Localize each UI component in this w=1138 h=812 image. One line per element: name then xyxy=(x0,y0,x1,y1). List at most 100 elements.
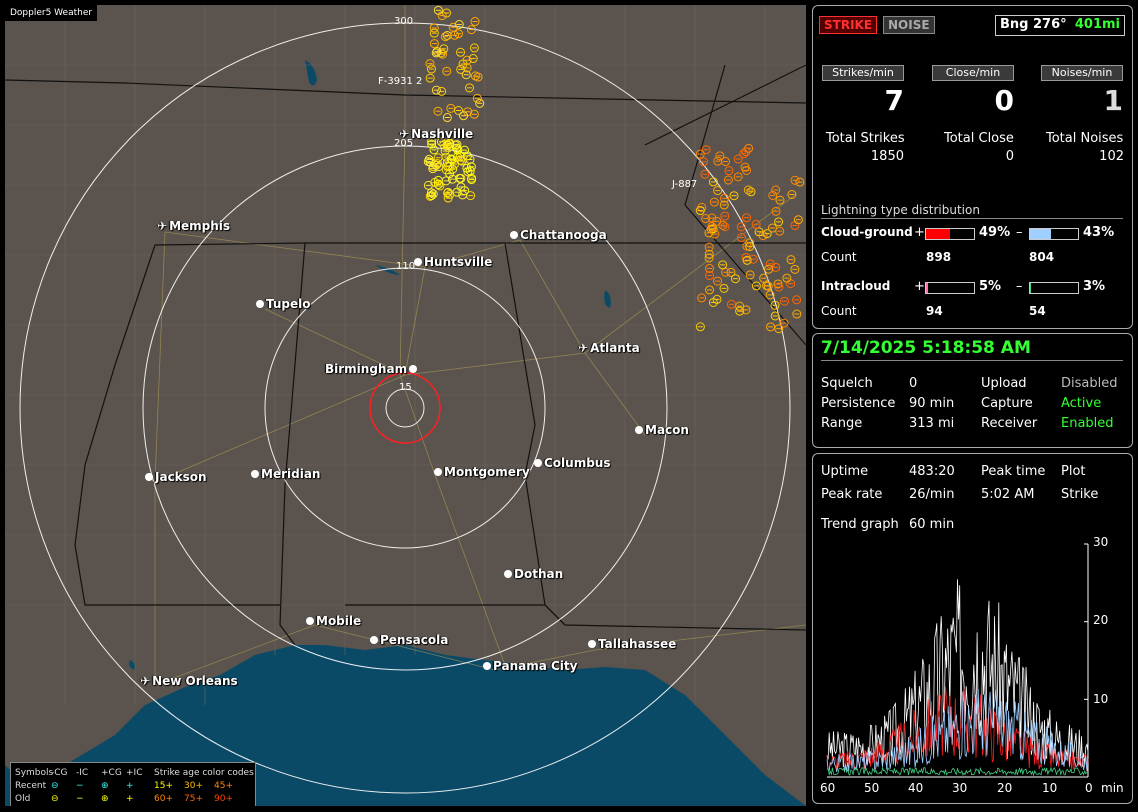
upload-label: Upload xyxy=(981,376,1027,391)
range-value: 313 mi xyxy=(909,416,955,431)
pos-cg-icon: ⊕ xyxy=(101,780,109,791)
x-tick-60: 60 xyxy=(820,781,836,795)
ring-label-110: 110 xyxy=(396,261,416,272)
cg-neg-pct: 43% xyxy=(1083,225,1115,240)
city-dot-icon xyxy=(534,459,542,467)
city-tallahassee[interactable]: Tallahassee xyxy=(588,637,676,651)
ic-pos-count: 94 xyxy=(926,304,943,318)
city-meridian[interactable]: Meridian xyxy=(251,467,320,481)
x-tick-50: 50 xyxy=(864,781,880,795)
plot-label: Plot xyxy=(1061,464,1086,479)
pos-ic-icon: + xyxy=(126,793,134,804)
cg-pos-pct: 49% xyxy=(979,225,1011,240)
city-panama-city[interactable]: Panama City xyxy=(483,659,577,673)
city-dot-icon xyxy=(510,231,518,239)
squelch-value: 0 xyxy=(909,376,918,391)
city-birmingham[interactable]: Birmingham xyxy=(325,362,418,376)
neg-cg-icon: ⊖ xyxy=(51,780,59,791)
legend-col: +CG xyxy=(101,767,122,778)
x-tick-10: 10 xyxy=(1042,781,1058,795)
storm-label-f[interactable]: F-3931 2 xyxy=(378,76,422,87)
airport-icon: ✈ xyxy=(140,674,151,688)
plot-value[interactable]: Strike xyxy=(1061,487,1098,502)
ring-label-15: 15 xyxy=(399,382,412,393)
city-nashville[interactable]: ✈ Nashville xyxy=(399,127,473,141)
legend-age: 75+ xyxy=(184,793,203,804)
peak-time-label: Peak time xyxy=(981,464,1046,479)
city-dot-icon xyxy=(256,300,264,308)
cg-plus-sign: + xyxy=(914,225,925,240)
city-montgomery[interactable]: Montgomery xyxy=(434,465,530,479)
city-memphis[interactable]: ✈ Memphis xyxy=(157,219,230,233)
cg-neg-bar xyxy=(1029,228,1079,240)
city-atlanta[interactable]: ✈ Atlanta xyxy=(578,341,640,355)
neg-cg-icon: ⊖ xyxy=(51,793,59,804)
legend-age: 90+ xyxy=(214,793,233,804)
city-new-orleans[interactable]: ✈ New Orleans xyxy=(140,674,238,688)
ic-count-label: Count xyxy=(821,304,857,318)
noises-per-min-value: 1 xyxy=(1103,84,1123,117)
airport-icon: ✈ xyxy=(578,341,589,355)
strikes-per-min-header[interactable]: Strikes/min xyxy=(822,65,904,81)
distribution-separator xyxy=(821,218,1123,219)
persistence-label: Persistence xyxy=(821,396,896,411)
y-tick-30: 30 xyxy=(1093,535,1109,549)
pos-ic-icon: + xyxy=(126,780,134,791)
total-strikes-value: 1850 xyxy=(870,149,904,164)
storm-label-j[interactable]: J-887 xyxy=(672,179,697,190)
legend-age: 45+ xyxy=(214,780,233,791)
legend-recent-label: Recent xyxy=(15,780,47,791)
status-panel: 7/14/2025 5:18:58 AM Squelch 0 Upload Di… xyxy=(812,333,1133,448)
neg-ic-icon: − xyxy=(76,780,84,791)
total-close-value: 0 xyxy=(1005,149,1014,164)
lightning-map[interactable]: Doppler5 Weather 300 205 110 15 F-3931 2… xyxy=(5,5,806,806)
airport-icon: ✈ xyxy=(399,127,410,141)
uptime-label: Uptime xyxy=(821,464,869,479)
city-columbus[interactable]: Columbus xyxy=(534,456,611,470)
trend-ic-line xyxy=(826,766,1089,777)
city-huntsville[interactable]: Huntsville xyxy=(414,255,492,269)
receiver-value: Enabled xyxy=(1061,416,1114,431)
cg-minus-sign: – xyxy=(1016,225,1023,240)
close-per-min-header[interactable]: Close/min xyxy=(932,65,1014,81)
peak-time-value: 5:02 AM xyxy=(981,487,1035,502)
ic-neg-pct: 3% xyxy=(1083,279,1106,294)
upload-value: Disabled xyxy=(1061,376,1118,391)
ic-label: Intracloud xyxy=(821,279,891,293)
city-dothan[interactable]: Dothan xyxy=(504,567,563,581)
legend-col: -CG xyxy=(51,767,68,778)
total-noises-value: 102 xyxy=(1099,149,1124,164)
city-mobile[interactable]: Mobile xyxy=(306,614,361,628)
x-tick-30: 30 xyxy=(952,781,968,795)
symbol-legend: Symbols -CG -IC +CG +IC Strike age color… xyxy=(10,762,256,806)
cg-neg-count: 804 xyxy=(1029,250,1055,264)
trend-chart xyxy=(826,543,1089,778)
ic-neg-bar xyxy=(1029,282,1079,294)
noise-button[interactable]: NOISE xyxy=(883,16,935,34)
bearing-box: Bng 276° 401mi xyxy=(995,15,1125,36)
status-separator xyxy=(821,360,1123,361)
legend-col: +IC xyxy=(126,767,143,778)
city-dot-icon xyxy=(434,468,442,476)
city-macon[interactable]: Macon xyxy=(635,423,689,437)
total-close-label: Total Close xyxy=(944,131,1014,146)
city-tupelo[interactable]: Tupelo xyxy=(256,297,311,311)
app-title: Doppler5 Weather xyxy=(5,5,98,21)
close-per-min-value: 0 xyxy=(994,84,1014,117)
pos-cg-icon: ⊕ xyxy=(101,793,109,804)
strike-button[interactable]: STRIKE xyxy=(819,16,878,34)
cg-label: Cloud-ground xyxy=(821,225,913,239)
cg-count-label: Count xyxy=(821,250,857,264)
bearing-value: Bng 276° xyxy=(1000,17,1067,32)
trend-panel: Uptime 483:20 Peak time Plot Peak rate 2… xyxy=(812,453,1133,804)
receiver-label: Receiver xyxy=(981,416,1038,431)
city-chattanooga[interactable]: Chattanooga xyxy=(510,228,607,242)
noises-per-min-header[interactable]: Noises/min xyxy=(1041,65,1123,81)
trend-graph-label: Trend graph xyxy=(821,517,899,532)
x-tick-0: 0 xyxy=(1085,781,1093,795)
city-jackson[interactable]: Jackson xyxy=(145,470,207,484)
city-dot-icon xyxy=(483,662,491,670)
legend-age: 30+ xyxy=(184,780,203,791)
city-dot-icon xyxy=(306,617,314,625)
city-pensacola[interactable]: Pensacola xyxy=(370,633,448,647)
